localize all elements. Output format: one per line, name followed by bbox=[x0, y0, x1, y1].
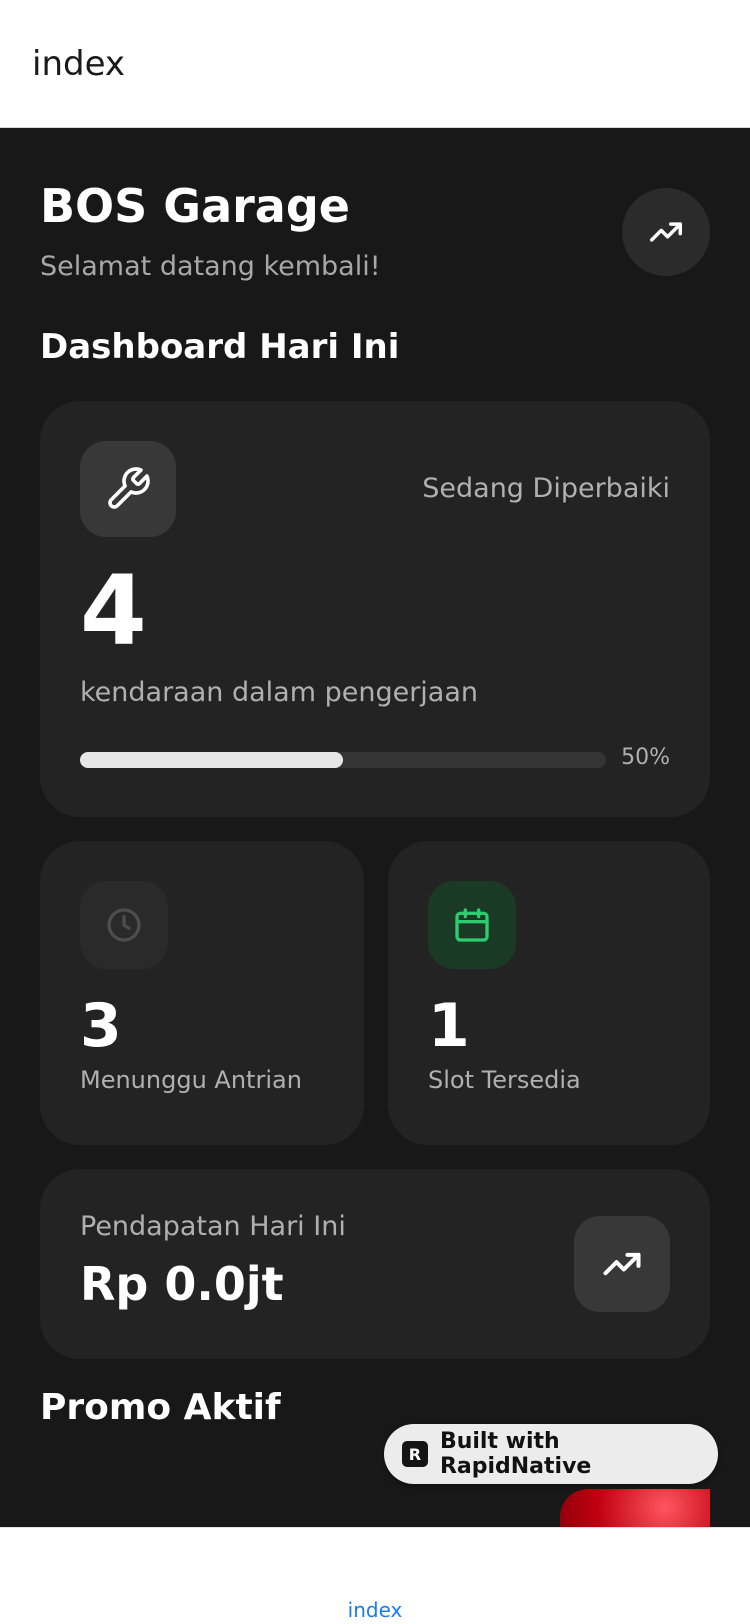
wrench-icon bbox=[108, 467, 150, 509]
wrench-tile bbox=[80, 441, 176, 537]
slots-count: 1 bbox=[428, 991, 470, 1061]
calendar-icon bbox=[455, 908, 489, 942]
slots-card[interactable]: 1 Slot Tersedia bbox=[388, 841, 710, 1145]
header-title: index bbox=[32, 44, 126, 84]
queue-count: 3 bbox=[80, 991, 122, 1061]
badge-text: Built with RapidNative bbox=[439, 1429, 592, 1479]
revenue-value: Rp 0.0jt bbox=[80, 1257, 284, 1311]
revenue-label: Pendapatan Hari Ini bbox=[80, 1211, 346, 1242]
rapidnative-badge[interactable]: R Built with RapidNative bbox=[384, 1424, 718, 1484]
tab-index[interactable]: index bbox=[0, 1598, 750, 1622]
bottom-tab-bar: index bbox=[0, 1527, 750, 1624]
dashboard-title: Dashboard Hari Ini bbox=[40, 327, 400, 367]
trends-button[interactable] bbox=[622, 188, 710, 276]
repair-label: Sedang Diperbaiki bbox=[422, 473, 670, 504]
repair-progress-fill bbox=[80, 752, 343, 768]
queue-card[interactable]: 3 Menunggu Antrian bbox=[40, 841, 364, 1145]
app-title: BOS Garage bbox=[40, 179, 350, 233]
clock-tile bbox=[80, 881, 168, 969]
repair-progress-bar bbox=[80, 752, 606, 768]
repair-count: 4 bbox=[80, 555, 147, 667]
top-header: index bbox=[0, 0, 750, 128]
welcome-subtitle: Selamat datang kembali! bbox=[40, 251, 381, 282]
queue-label: Menunggu Antrian bbox=[80, 1066, 302, 1094]
promo-image[interactable] bbox=[560, 1489, 710, 1527]
repair-progress-percent: 50% bbox=[621, 745, 670, 770]
trending-up-icon bbox=[650, 222, 682, 242]
revenue-card[interactable]: Pendapatan Hari Ini Rp 0.0jt bbox=[40, 1169, 710, 1359]
clock-icon bbox=[107, 908, 141, 942]
trending-up-icon bbox=[603, 1252, 641, 1276]
rapidnative-logo: R bbox=[402, 1441, 428, 1467]
calendar-tile bbox=[428, 881, 516, 969]
revenue-trend-tile bbox=[574, 1216, 670, 1312]
repair-description: kendaraan dalam pengerjaan bbox=[80, 677, 478, 708]
slots-label: Slot Tersedia bbox=[428, 1066, 581, 1094]
repair-status-card[interactable]: Sedang Diperbaiki 4 kendaraan dalam peng… bbox=[40, 401, 710, 817]
dashboard-screen: BOS Garage Selamat datang kembali! Dashb… bbox=[0, 129, 750, 1527]
promo-title: Promo Aktif bbox=[40, 1387, 281, 1428]
